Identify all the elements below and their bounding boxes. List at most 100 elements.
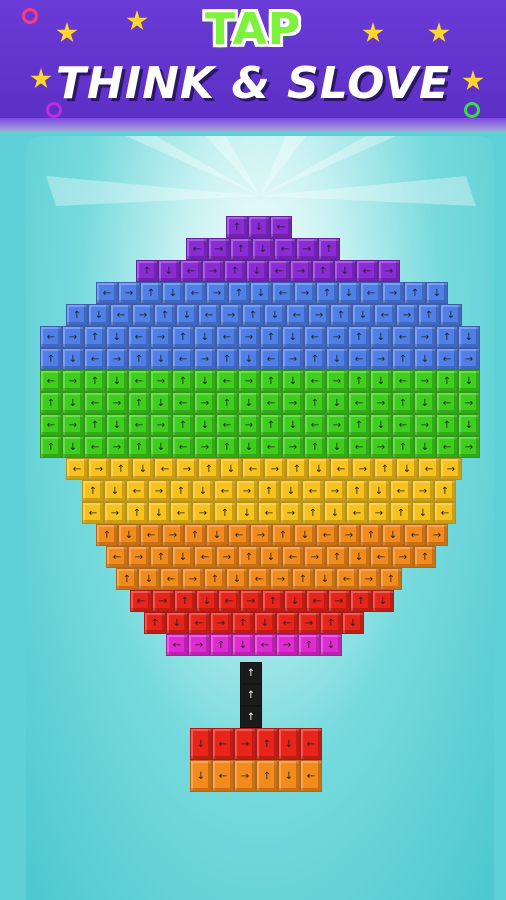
arrow-cube[interactable]: ↑ bbox=[346, 480, 368, 502]
arrow-cube[interactable]: → bbox=[194, 436, 216, 458]
arrow-cube[interactable]: ↓ bbox=[440, 304, 462, 326]
arrow-cube[interactable]: ↑ bbox=[302, 502, 324, 524]
arrow-cube[interactable]: → bbox=[192, 502, 214, 524]
arrow-cube[interactable]: ↑ bbox=[238, 546, 260, 568]
arrow-cube[interactable]: → bbox=[234, 760, 256, 792]
arrow-cube[interactable]: ↑ bbox=[330, 304, 352, 326]
arrow-cube[interactable]: ↑ bbox=[404, 282, 426, 304]
arrow-cube[interactable]: ↓ bbox=[370, 414, 392, 436]
arrow-cube[interactable]: → bbox=[106, 436, 128, 458]
arrow-cube[interactable]: ↑ bbox=[172, 414, 194, 436]
arrow-cube[interactable]: ↑ bbox=[228, 282, 250, 304]
arrow-cube[interactable]: ↓ bbox=[88, 304, 110, 326]
arrow-cube[interactable]: → bbox=[104, 502, 126, 524]
arrow-cube[interactable]: ↑ bbox=[40, 436, 62, 458]
arrow-cube[interactable]: → bbox=[276, 634, 298, 656]
arrow-cube[interactable]: ↓ bbox=[62, 436, 84, 458]
arrow-cube[interactable]: ↓ bbox=[282, 414, 304, 436]
arrow-cube[interactable]: ↑ bbox=[84, 370, 106, 392]
arrow-cube[interactable]: ↓ bbox=[458, 370, 480, 392]
arrow-cube[interactable]: ↓ bbox=[106, 370, 128, 392]
arrow-cube[interactable]: ↑ bbox=[436, 414, 458, 436]
arrow-cube[interactable]: → bbox=[152, 590, 174, 612]
arrow-cube[interactable]: ↓ bbox=[370, 326, 392, 348]
arrow-cube[interactable]: ↑ bbox=[392, 392, 414, 414]
arrow-cube[interactable]: → bbox=[370, 392, 392, 414]
arrow-cube[interactable]: → bbox=[282, 436, 304, 458]
arrow-cube[interactable]: ↓ bbox=[342, 612, 364, 634]
arrow-cube[interactable]: ← bbox=[304, 326, 326, 348]
arrow-cube[interactable]: ← bbox=[212, 728, 234, 760]
arrow-cube[interactable]: ↓ bbox=[238, 392, 260, 414]
arrow-cube[interactable]: ↑ bbox=[128, 348, 150, 370]
arrow-cube[interactable]: ← bbox=[274, 238, 296, 260]
arrow-cube[interactable]: ← bbox=[434, 502, 456, 524]
arrow-cube[interactable]: → bbox=[62, 326, 84, 348]
arrow-cube[interactable]: → bbox=[328, 590, 350, 612]
arrow-cube[interactable]: ↑ bbox=[216, 436, 238, 458]
arrow-cube[interactable]: ↓ bbox=[326, 436, 348, 458]
arrow-cube[interactable]: → bbox=[298, 612, 320, 634]
arrow-cube[interactable]: → bbox=[150, 326, 172, 348]
arrow-cube[interactable]: ← bbox=[84, 436, 106, 458]
arrow-cube[interactable]: ↓ bbox=[282, 370, 304, 392]
arrow-cube[interactable]: ← bbox=[272, 282, 294, 304]
arrow-cube[interactable]: ↑ bbox=[436, 326, 458, 348]
arrow-cube[interactable]: ↑ bbox=[316, 282, 338, 304]
arrow-cube[interactable]: ↓ bbox=[248, 216, 270, 238]
arrow-cube[interactable]: ↑ bbox=[210, 634, 232, 656]
arrow-cube[interactable]: ↑ bbox=[304, 348, 326, 370]
arrow-cube[interactable]: ↓ bbox=[372, 590, 394, 612]
arrow-cube[interactable]: → bbox=[378, 260, 400, 282]
arrow-cube[interactable]: ↓ bbox=[220, 458, 242, 480]
arrow-cube[interactable]: ← bbox=[214, 480, 236, 502]
arrow-cube[interactable]: → bbox=[280, 502, 302, 524]
arrow-cube[interactable]: ← bbox=[390, 480, 412, 502]
arrow-cube[interactable]: ↓ bbox=[382, 524, 404, 546]
arrow-cube[interactable]: ← bbox=[216, 370, 238, 392]
arrow-cube[interactable]: ↓ bbox=[138, 568, 160, 590]
arrow-cube[interactable]: ↑ bbox=[380, 568, 402, 590]
arrow-cube[interactable]: ↑ bbox=[170, 480, 192, 502]
arrow-cube[interactable]: ← bbox=[392, 370, 414, 392]
arrow-cube[interactable]: ← bbox=[260, 348, 282, 370]
arrow-cube[interactable]: ↑ bbox=[436, 370, 458, 392]
arrow-cube[interactable]: → bbox=[308, 304, 330, 326]
arrow-cube[interactable]: ↓ bbox=[166, 612, 188, 634]
arrow-cube[interactable]: ← bbox=[66, 458, 88, 480]
arrow-cube[interactable]: ← bbox=[106, 546, 128, 568]
arrow-cube[interactable]: → bbox=[426, 524, 448, 546]
arrow-cube[interactable]: ↓ bbox=[106, 414, 128, 436]
arrow-cube[interactable]: ↓ bbox=[150, 392, 172, 414]
arrow-cube[interactable]: ↑ bbox=[84, 414, 106, 436]
arrow-cube[interactable]: ← bbox=[188, 612, 210, 634]
arrow-cube[interactable]: → bbox=[106, 348, 128, 370]
arrow-cube[interactable]: ↓ bbox=[254, 612, 276, 634]
arrow-cube[interactable]: ← bbox=[212, 760, 234, 792]
arrow-cube[interactable]: ← bbox=[194, 546, 216, 568]
arrow-cube[interactable]: ↑ bbox=[226, 216, 248, 238]
arrow-cube[interactable]: ↑ bbox=[350, 590, 372, 612]
arrow-cube[interactable]: → bbox=[282, 348, 304, 370]
arrow-cube[interactable]: ← bbox=[258, 502, 280, 524]
arrow-cube[interactable]: → bbox=[88, 458, 110, 480]
arrow-cube[interactable]: ← bbox=[436, 436, 458, 458]
arrow-cube[interactable]: ↑ bbox=[304, 392, 326, 414]
arrow-cube[interactable]: ← bbox=[170, 502, 192, 524]
arrow-cube[interactable]: ↑ bbox=[198, 458, 220, 480]
arrow-cube[interactable]: ↑ bbox=[414, 546, 436, 568]
arrow-cube[interactable]: ↑ bbox=[240, 684, 262, 706]
game-board[interactable]: ↑ ↓ ← ← → ↑ ↓ ← → ↑ ↑ ↓ ← → ↑ ↓ ← → ↑ ↓ ← → ← → ↑ ↓ ← → ↑ ↓ ← → ↑ ↓ ← → ↑ ↓ ↑ ↓… bbox=[26, 136, 494, 900]
arrow-cube[interactable]: → bbox=[132, 304, 154, 326]
arrow-cube[interactable]: ↓ bbox=[190, 728, 212, 760]
arrow-cube[interactable]: ↓ bbox=[150, 348, 172, 370]
arrow-cube[interactable]: ↓ bbox=[326, 348, 348, 370]
arrow-cube[interactable]: ← bbox=[172, 348, 194, 370]
arrow-cube[interactable]: ← bbox=[242, 458, 264, 480]
arrow-cube[interactable]: ↑ bbox=[116, 568, 138, 590]
arrow-cube[interactable]: ← bbox=[248, 568, 270, 590]
arrow-cube[interactable]: ↓ bbox=[192, 480, 214, 502]
arrow-cube[interactable]: ← bbox=[300, 728, 322, 760]
arrow-cube[interactable]: ↓ bbox=[196, 590, 218, 612]
arrow-cube[interactable]: → bbox=[194, 348, 216, 370]
